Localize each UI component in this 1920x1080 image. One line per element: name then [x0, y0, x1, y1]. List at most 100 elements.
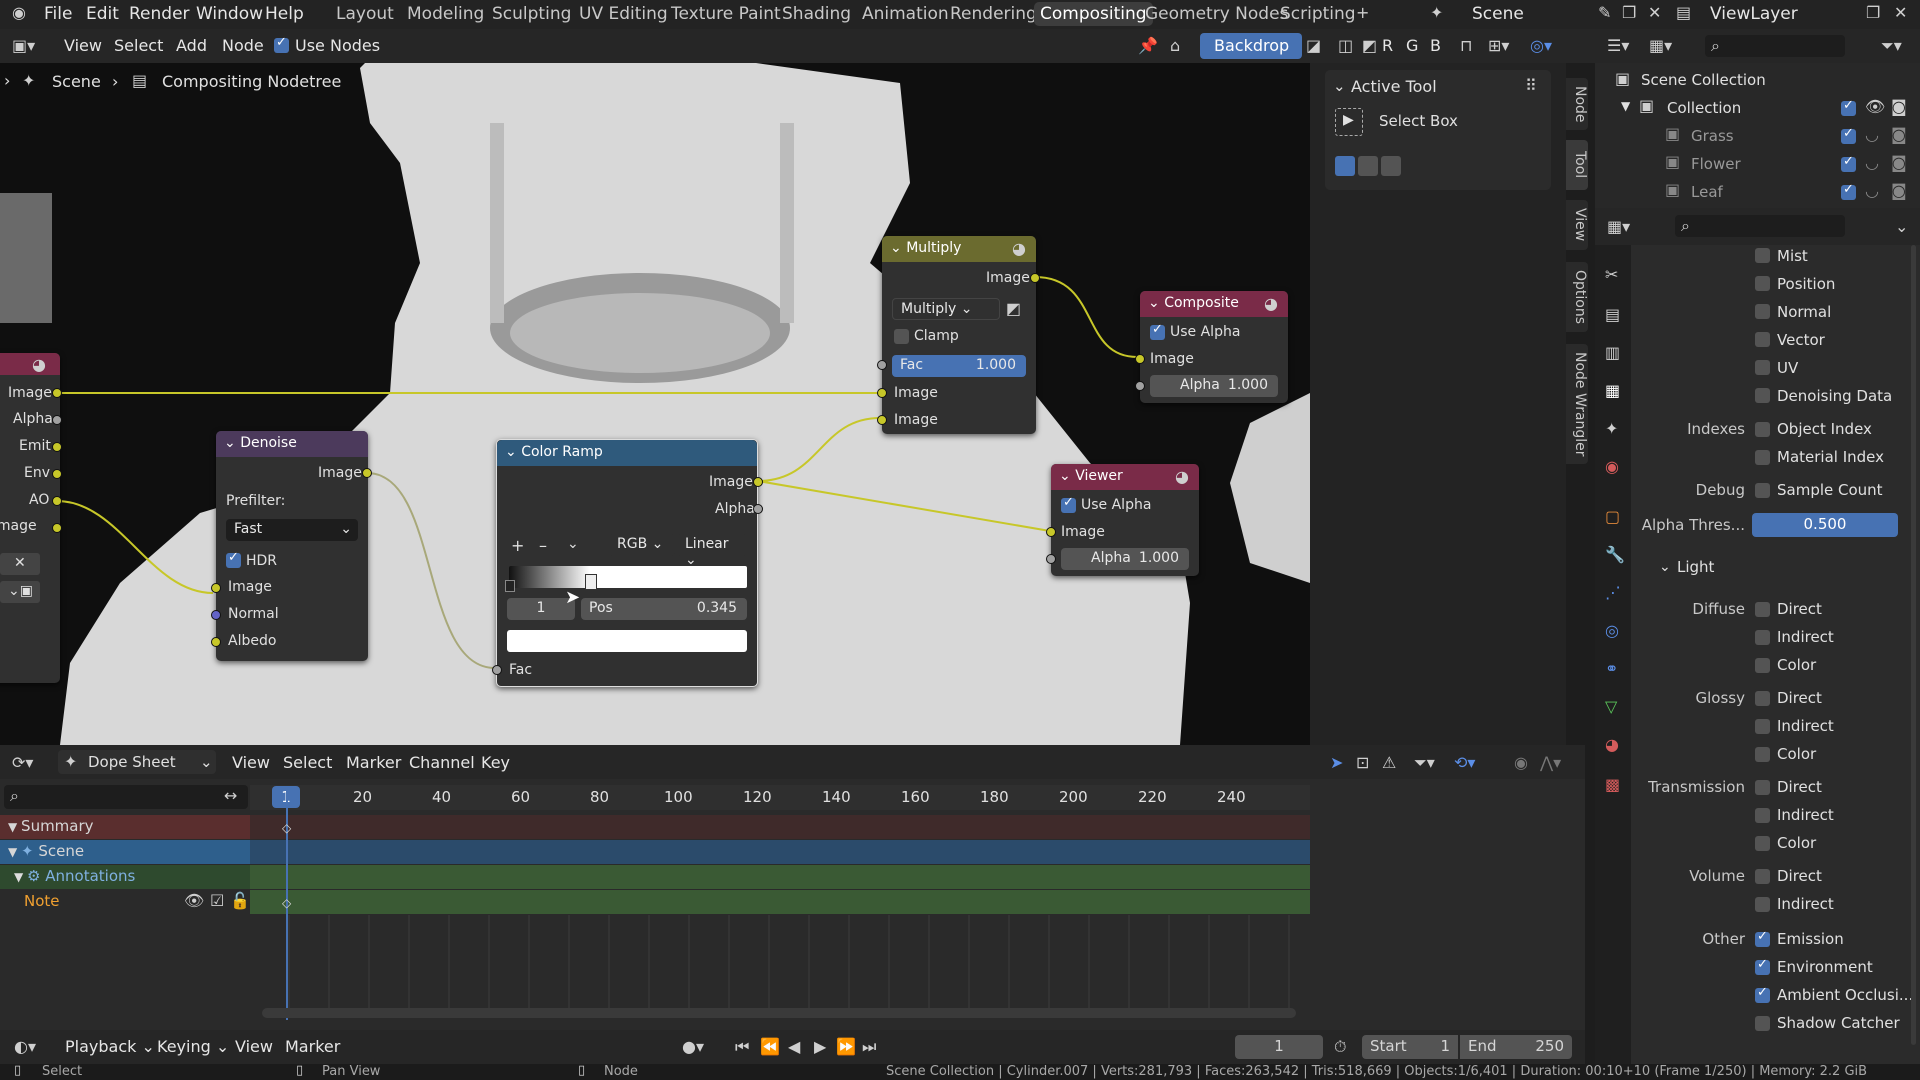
camera-icon[interactable]: ◙ [1891, 97, 1907, 116]
pass-checkbox[interactable] [1755, 248, 1770, 263]
pass-checkbox[interactable] [1755, 747, 1770, 762]
collapse-icon[interactable]: ⌄ [224, 435, 240, 451]
annotations-strip[interactable] [250, 865, 1310, 889]
pass-checkbox[interactable] [1755, 897, 1770, 912]
channel-note[interactable]: Note 👁 ☑ 🔓 [0, 890, 250, 914]
pass-checkbox[interactable] [1755, 869, 1770, 884]
socket-image-out[interactable] [1030, 273, 1040, 283]
pass-checkbox[interactable] [1755, 602, 1770, 617]
stop-position-field[interactable]: Pos 0.345 [581, 598, 747, 620]
pass-checkbox[interactable] [1755, 985, 1770, 1003]
horizontal-scrollbar[interactable] [262, 1008, 1296, 1018]
chevron-down-icon[interactable]: ⌄ [1895, 217, 1908, 236]
close-scene-icon[interactable]: ✕ [1648, 3, 1661, 22]
prefilter-dropdown[interactable]: Fast ⌄ [226, 519, 358, 541]
select-box-icon[interactable]: ▶ [1335, 108, 1363, 136]
socket-alpha-in[interactable] [1135, 381, 1145, 391]
falloff-icon[interactable]: ⋀▾ [1540, 753, 1561, 772]
channel-b[interactable]: B [1430, 36, 1441, 55]
tab-compositing[interactable]: Compositing [1034, 2, 1153, 26]
ramp-menu-icon[interactable]: ⌄ [567, 536, 579, 552]
keyframe-diamond-icon[interactable]: ◇ [282, 896, 291, 910]
stopwatch-icon[interactable]: ⏱ [1334, 1037, 1346, 1057]
timeline-view-menu[interactable]: View [235, 1037, 273, 1056]
scene-strip[interactable] [250, 840, 1310, 864]
remove-icon[interactable]: ✕ [0, 553, 40, 575]
world-icon[interactable]: ◉ [1605, 457, 1619, 476]
tab-geometry-nodes[interactable]: Geometry Nodes [1145, 4, 1288, 24]
socket-fac-in[interactable] [877, 360, 887, 370]
backdrop-alpha-icon[interactable]: ◫ [1338, 36, 1353, 55]
tab-texture-paint[interactable]: Texture Paint [671, 4, 781, 24]
ds-menu-select[interactable]: Select [283, 753, 332, 772]
channel-search-input[interactable]: ⌕ ↔ [4, 785, 248, 809]
current-frame-field[interactable]: 1 [1235, 1035, 1323, 1059]
eye-closed-icon[interactable]: ◡ [1865, 125, 1879, 144]
pass-checkbox[interactable] [1755, 422, 1770, 437]
tool-icon[interactable]: ✂ [1605, 265, 1618, 284]
socket-alpha[interactable] [52, 415, 62, 425]
note-strip[interactable] [250, 890, 1310, 914]
play-reverse-icon[interactable]: ◀ [788, 1037, 800, 1056]
display-mode-icon[interactable]: ▦▾ [1649, 36, 1672, 55]
playback-menu[interactable]: Playback ⌄ [65, 1037, 155, 1056]
only-errors-icon[interactable]: ⚠ [1382, 753, 1396, 772]
socket-image-in[interactable] [211, 583, 221, 593]
prev-keyframe-icon[interactable]: ⏪ [760, 1037, 780, 1056]
mode-dropdown[interactable]: ✦ Dope Sheet ⌄ [58, 750, 216, 774]
clamp-checkbox[interactable] [894, 329, 909, 344]
menu-window[interactable]: Window [196, 4, 263, 24]
socket-alpha-out[interactable] [753, 504, 763, 514]
tab-uv-editing[interactable]: UV Editing [579, 4, 668, 24]
record-icon[interactable]: ●▾ [682, 1037, 704, 1056]
new-scene-icon[interactable]: ❐ [1622, 3, 1636, 22]
keyframe-area[interactable] [250, 915, 1310, 1015]
socket-albedo-in[interactable] [211, 637, 221, 647]
menu-file[interactable]: File [44, 4, 72, 24]
properties-type-icon[interactable]: ▦▾ [1607, 217, 1630, 236]
sidetab-view[interactable]: View [1566, 200, 1588, 250]
snap-icon[interactable]: ⟲▾ [1454, 753, 1475, 772]
close-view-layer-icon[interactable]: ✕ [1894, 3, 1907, 22]
end-frame-field[interactable]: End 250 [1460, 1035, 1572, 1059]
blender-logo-icon[interactable]: ◉ [12, 3, 26, 22]
view-layer-icon[interactable]: ▤ [1676, 3, 1691, 22]
pass-checkbox[interactable] [1755, 658, 1770, 673]
snap-icon[interactable]: ⊓ [1460, 36, 1472, 55]
next-keyframe-icon[interactable]: ⏩ [836, 1037, 856, 1056]
remove-stop-icon[interactable]: – [539, 536, 547, 555]
tab-layout[interactable]: Layout [336, 4, 394, 24]
socket-image-in[interactable] [1046, 527, 1056, 537]
socket-image-out[interactable] [362, 468, 372, 478]
menu-render[interactable]: Render [129, 4, 190, 24]
jump-end-icon[interactable]: ⏭ [862, 1037, 876, 1057]
color-ramp-node[interactable]: ⌄ Color Ramp Image Alpha + – ⌄ RGB ⌄ Lin… [492, 439, 763, 687]
view-layer-name[interactable]: ViewLayer [1710, 4, 1798, 24]
pin-icon[interactable]: 📌 [1138, 36, 1158, 55]
timeline-editor-icon[interactable]: ◐▾ [14, 1037, 36, 1056]
overlays-icon[interactable]: ◎▾ [1530, 36, 1552, 55]
camera-icon[interactable]: ◙ [1891, 181, 1907, 200]
start-frame-field[interactable]: Start 1 [1362, 1035, 1458, 1059]
fac-slider[interactable]: Fac 1.000 [892, 355, 1026, 377]
backdrop-channel-icon[interactable]: ◪ [1306, 36, 1321, 55]
socket-image-in-1[interactable] [877, 388, 887, 398]
pass-checkbox[interactable] [1755, 360, 1770, 375]
constraints-icon[interactable]: ⚭ [1605, 659, 1618, 678]
light-panel-header[interactable]: Light [1677, 558, 1714, 576]
outliner-search-input[interactable]: ⌕ [1705, 35, 1845, 57]
socket-fac-in[interactable] [492, 665, 502, 675]
pass-checkbox[interactable] [1755, 304, 1770, 319]
mode-subtract-icon[interactable] [1381, 156, 1401, 176]
pin-icon[interactable]: ✎ [1598, 3, 1611, 22]
render-layers-node[interactable]: ◕ Image Alpha Emit Env AO y Image ✕ ⌄▣ [0, 353, 62, 683]
tab-sculpting[interactable]: Sculpting [492, 4, 571, 24]
summary-strip[interactable] [250, 815, 1310, 839]
pass-checkbox[interactable] [1755, 780, 1770, 795]
properties-scrollbar[interactable] [1911, 245, 1916, 1045]
scene-icon[interactable]: ✦ [1430, 3, 1443, 22]
tab-scripting[interactable]: Scripting [1280, 4, 1356, 24]
drag-handle-icon[interactable]: ⠿ [1525, 76, 1537, 95]
outliner-item[interactable]: Grass [1691, 127, 1734, 145]
keyframe-diamond-icon[interactable]: ◇ [282, 821, 291, 835]
